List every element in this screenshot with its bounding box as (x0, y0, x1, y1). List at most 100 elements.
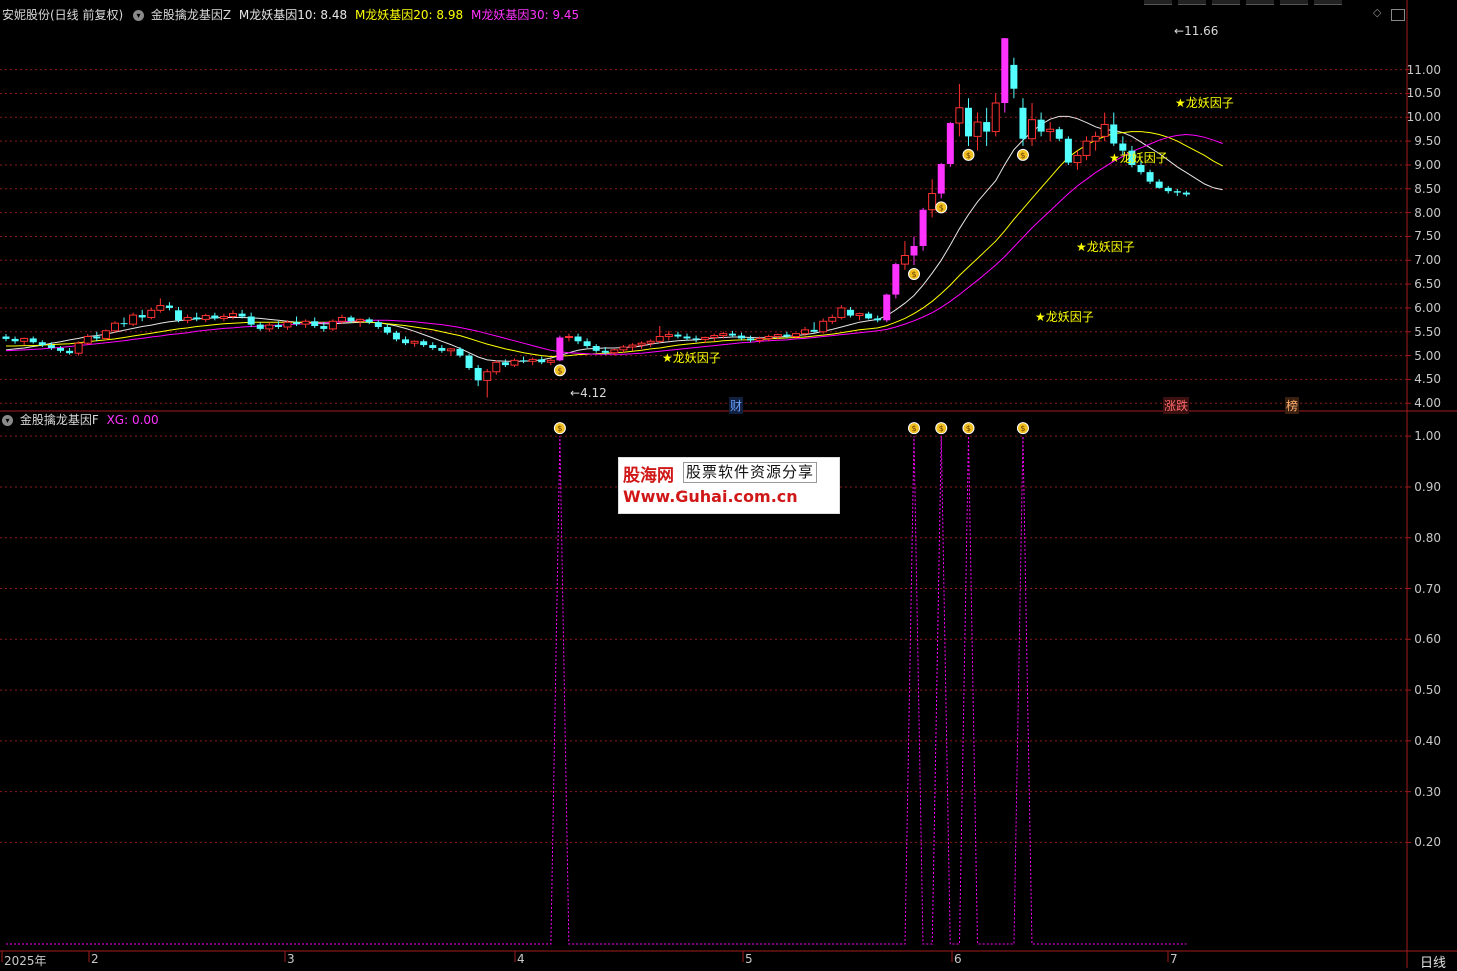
candle-body (311, 321, 319, 327)
price-tick-label: 5.00 (1414, 348, 1441, 363)
candle-body (628, 344, 637, 348)
candle-body (11, 338, 19, 342)
candle-body (410, 340, 419, 344)
candle-body (1137, 164, 1145, 173)
candle-body (1028, 119, 1037, 140)
candle-body (1001, 38, 1009, 104)
price-tick-label: 9.50 (1414, 134, 1441, 149)
candle-body (701, 336, 710, 340)
candle-body (1073, 154, 1082, 164)
money-bag-icon: $ (962, 422, 975, 435)
candle-body (801, 329, 810, 335)
candle-body (347, 317, 355, 322)
candle-body (293, 322, 301, 325)
price-tick-label: 6.50 (1414, 277, 1441, 292)
candle-body (900, 255, 909, 265)
price-tick-label: 4.00 (1414, 396, 1441, 411)
candle-body (574, 336, 582, 342)
price-tick-label: 9.00 (1414, 157, 1441, 172)
candle-body (365, 319, 373, 323)
candle-body (510, 359, 519, 366)
candle-body (229, 313, 237, 318)
candle-body (1173, 191, 1181, 193)
candle-body (47, 345, 55, 348)
candle-body (828, 316, 837, 322)
candle-body (283, 321, 292, 328)
candle-body (1064, 138, 1072, 163)
candle-body (402, 339, 410, 344)
candle-body (274, 325, 282, 327)
candle-body (456, 348, 464, 356)
candle-body (764, 336, 773, 339)
candle-body (564, 336, 573, 339)
candle-body (619, 346, 628, 351)
watermark-slogan: 股票软件资源分享 (683, 462, 818, 483)
candle-body (492, 361, 501, 373)
money-bag-symbol: $ (939, 424, 944, 433)
candle-body (528, 358, 537, 362)
money-bag-icon: $ (553, 364, 566, 377)
period-label[interactable]: 日线 (1420, 952, 1446, 971)
price-tick-label: 7.00 (1414, 253, 1441, 268)
money-bag-symbol: $ (911, 270, 916, 279)
signal-label: ★龙妖因子 (1175, 96, 1234, 110)
money-bag-icon: $ (908, 268, 920, 281)
candle-body (501, 362, 509, 366)
price-tick-label: 6.00 (1414, 300, 1441, 315)
candle-body (1091, 135, 1100, 142)
candle-body (601, 350, 609, 353)
candle-body (837, 307, 846, 318)
indicator-tick-label: 0.90 (1414, 479, 1441, 494)
money-bag-symbol: $ (1020, 151, 1025, 160)
candle-body (610, 349, 619, 354)
money-bag-icon: $ (1016, 422, 1029, 435)
candle-body (110, 322, 119, 332)
watermark-url: Www.Guhai.com.cn (623, 487, 798, 506)
candle-body (546, 359, 555, 363)
candle-body (538, 359, 546, 363)
indicator-tick-label: 0.30 (1414, 784, 1441, 799)
price-tick-label: 10.00 (1406, 110, 1441, 125)
candle-body (928, 193, 937, 211)
price-tick-label: 4.50 (1414, 372, 1441, 387)
money-bag-icon: $ (553, 422, 566, 435)
candle-body (883, 294, 891, 321)
event-tag-zhangdie[interactable]: 涨跌 (1163, 397, 1190, 414)
candle-body (93, 336, 101, 339)
signal-label: ★龙妖因子 (1035, 310, 1094, 324)
candle-body (964, 107, 972, 137)
indicator-tick-label: 0.60 (1414, 632, 1441, 647)
candle-body (692, 338, 700, 340)
candle-body (919, 209, 927, 246)
money-bag-icon: $ (962, 148, 975, 161)
candle-body (337, 316, 346, 322)
money-bag-icon: $ (935, 422, 948, 435)
money-bag-symbol: $ (966, 151, 971, 160)
candle-body (683, 336, 691, 339)
price-tick-label: 5.50 (1414, 324, 1441, 339)
candle-body (438, 347, 446, 351)
date-tick-label: 3 (287, 952, 295, 966)
watermark-brand: 股海网 (623, 466, 674, 486)
event-tag-bang[interactable]: 榜 (1285, 397, 1300, 414)
candle-body (1100, 123, 1109, 137)
indicator-tick-label: 0.70 (1414, 581, 1441, 596)
candle-body (973, 121, 982, 137)
candle-body (819, 320, 828, 333)
signal-label: ★龙妖因子 (1109, 151, 1168, 165)
price-tick-label: 8.00 (1414, 205, 1441, 220)
money-bag-icon: $ (908, 422, 920, 435)
candle-body (156, 305, 165, 311)
candle-body (1155, 181, 1163, 188)
candle-body (446, 348, 455, 352)
candle-body (165, 305, 173, 308)
candle-body (265, 324, 274, 330)
indicator-tick-label: 0.80 (1414, 530, 1441, 545)
date-tick-label: 7 (1170, 952, 1178, 966)
date-tick-label: 2 (91, 952, 99, 966)
event-tag-cai[interactable]: 财 (729, 397, 744, 414)
date-tick-label: 6 (954, 952, 962, 966)
candle-body (747, 338, 755, 341)
indicator-tick-label: 1.00 (1414, 429, 1441, 444)
candle-body (219, 316, 228, 319)
